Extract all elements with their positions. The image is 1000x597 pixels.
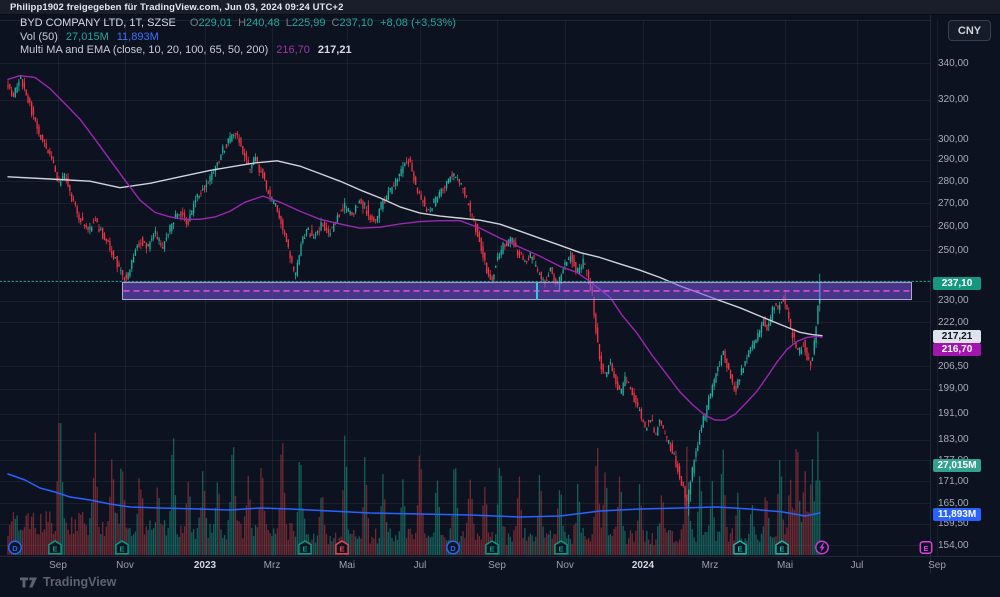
ma-indicator-label[interactable]: Multi MA and EMA (close, 10, 20, 100, 65…: [20, 44, 268, 56]
legend-ma-row[interactable]: Multi MA and EMA (close, 10, 20, 100, 65…: [20, 44, 456, 58]
ohlc-values: O229,01H240,48L225,99C237,10: [184, 17, 373, 29]
flash-icon[interactable]: [815, 540, 830, 555]
price-axis-label: 270,00: [938, 198, 969, 209]
volume-value: 27,015M: [66, 31, 109, 43]
svg-text:E: E: [119, 544, 124, 553]
price-axis-label: 183,00: [938, 434, 969, 445]
price-axis-label: 260,00: [938, 221, 969, 232]
time-axis-label: Mai: [339, 560, 355, 571]
earnings-icon[interactable]: E: [554, 540, 569, 555]
legend-volume-row[interactable]: Vol (50) 27,015M 11,893M: [20, 31, 456, 45]
time-axis-label: Mrz: [264, 560, 281, 571]
time-axis-label: Sep: [488, 560, 506, 571]
ohlc-value-L: 225,99: [292, 17, 326, 29]
symbol-title[interactable]: BYD COMPANY LTD, 1T, SZSE: [20, 17, 176, 29]
ema-value: 216,70: [276, 44, 310, 56]
earnings-icon[interactable]: E: [485, 540, 500, 555]
volume-indicator-label[interactable]: Vol (50): [20, 31, 58, 43]
price-axis-label: 300,00: [938, 134, 969, 145]
time-axis-separator: [0, 556, 1000, 557]
price-axis-label: 199,00: [938, 383, 969, 394]
ohlc-value-H: 240,48: [246, 17, 280, 29]
time-axis-label: Nov: [116, 560, 134, 571]
tradingview-logo[interactable]: TradingView: [20, 573, 116, 591]
svg-text:E: E: [339, 544, 344, 553]
attribution-text: Philipp1902 freigegeben für TradingView.…: [10, 2, 343, 13]
earnings-icon[interactable]: E: [115, 540, 130, 555]
price-axis-label: 165,00: [938, 498, 969, 509]
time-axis-label: Sep: [928, 560, 946, 571]
time-axis-label: 2023: [194, 560, 216, 571]
price-axis-label: 340,00: [938, 58, 969, 69]
price-axis-label: 320,00: [938, 94, 969, 105]
price-axis-separator: [930, 14, 931, 573]
legend-symbol-row[interactable]: BYD COMPANY LTD, 1T, SZSEO229,01H240,48L…: [20, 17, 456, 31]
volume-ma-value: 11,893M: [117, 31, 159, 43]
tradingview-chart-window: Philipp1902 freigegeben für TradingView.…: [0, 0, 1000, 597]
price-axis-label: 206,50: [938, 361, 969, 372]
ohlc-value-C: 237,10: [339, 17, 373, 29]
price-badge: 216,70: [933, 343, 981, 356]
earnings-icon[interactable]: E: [298, 540, 313, 555]
price-axis-label: 230,00: [938, 295, 969, 306]
candlestick-chart-canvas[interactable]: [0, 0, 1000, 597]
earnings-icon[interactable]: E: [48, 540, 63, 555]
time-axis-label: Jul: [851, 560, 864, 571]
svg-text:E: E: [52, 544, 57, 553]
earnings-icon[interactable]: E: [775, 540, 790, 555]
svg-text:E: E: [779, 544, 784, 553]
price-axis-label: 222,00: [938, 317, 969, 328]
dividend-icon[interactable]: D: [446, 540, 461, 555]
tradingview-logo-icon: [20, 576, 38, 589]
svg-text:E: E: [737, 544, 742, 553]
earnings-icon[interactable]: E: [919, 540, 934, 555]
price-axis-label: 154,00: [938, 540, 969, 551]
price-badge: 27,015M: [933, 459, 981, 472]
ohlc-key-H: H: [238, 17, 246, 29]
tradingview-logo-text: TradingView: [43, 575, 116, 589]
price-axis-label: 191,00: [938, 408, 969, 419]
price-axis-label: 171,00: [938, 476, 969, 487]
price-badge: 237,10: [933, 277, 981, 290]
time-axis-label: Mai: [777, 560, 793, 571]
price-badge: 11,893M: [933, 508, 981, 521]
chart-legend: BYD COMPANY LTD, 1T, SZSEO229,01H240,48L…: [20, 17, 456, 58]
price-axis-label: 280,00: [938, 176, 969, 187]
time-axis-label: Sep: [49, 560, 67, 571]
time-axis-label: Mrz: [702, 560, 719, 571]
time-axis-label: Jul: [414, 560, 427, 571]
svg-text:D: D: [450, 544, 456, 553]
change-value: +8,08 (+3,53%): [380, 17, 456, 29]
svg-text:D: D: [12, 544, 18, 553]
attribution-bar: Philipp1902 freigegeben für TradingView.…: [0, 0, 1000, 15]
svg-text:E: E: [489, 544, 494, 553]
earnings-icon[interactable]: E: [733, 540, 748, 555]
ohlc-value-O: 229,01: [198, 17, 232, 29]
svg-text:E: E: [558, 544, 563, 553]
time-axis-label: 2024: [632, 560, 654, 571]
currency-button[interactable]: CNY: [948, 20, 991, 41]
svg-text:E: E: [302, 544, 307, 553]
price-axis-label: 290,00: [938, 154, 969, 165]
earnings-icon[interactable]: E: [335, 540, 350, 555]
dividend-icon[interactable]: D: [8, 540, 23, 555]
time-axis-label: Nov: [556, 560, 574, 571]
price-axis-label: 250,00: [938, 245, 969, 256]
price-badge: 217,21: [933, 330, 981, 343]
ma-value: 217,21: [318, 44, 352, 56]
svg-text:E: E: [923, 544, 928, 553]
